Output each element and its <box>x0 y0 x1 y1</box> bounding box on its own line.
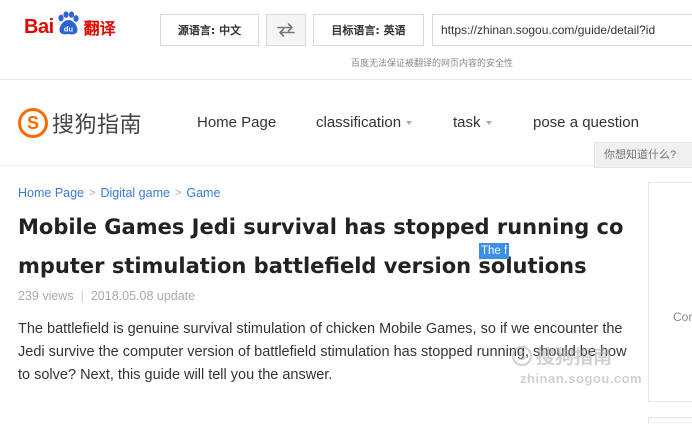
breadcrumb-separator: > <box>89 187 96 199</box>
watermark-text: 搜狗指南 <box>536 346 613 368</box>
baidu-translate-logo[interactable]: Bai du 翻译 <box>24 10 116 44</box>
page-title: Mobile Games Jedi survival has stopped r… <box>18 215 624 278</box>
nav-classification-label: classification <box>316 114 402 131</box>
chevron-down-icon <box>485 120 492 125</box>
update-date: 2018.05.08 update <box>90 289 196 303</box>
side-panel-lower <box>648 417 692 424</box>
watermark-url: zhinan.sogou.com <box>520 371 643 386</box>
watermark: S 搜狗指南 zhinan.sogou.com <box>512 342 642 386</box>
nav-pose-question[interactable]: pose a question <box>533 114 639 131</box>
side-panel-text: Cor <box>673 310 692 324</box>
site-header: S 搜狗指南 Home Page classification task pos… <box>0 80 692 168</box>
url-input[interactable] <box>432 14 692 46</box>
svg-text:du: du <box>64 25 74 34</box>
swap-language-button[interactable] <box>266 14 306 46</box>
nav-task[interactable]: task <box>453 114 492 131</box>
translation-highlight: The f <box>479 243 510 259</box>
breadcrumb: Home Page > Digital game > Game <box>18 186 220 200</box>
nav-pose-question-label: pose a question <box>533 114 639 131</box>
brand-name: 搜狗指南 <box>52 113 143 138</box>
sogou-guide-logo[interactable]: S 搜狗指南 <box>18 107 142 139</box>
search-input[interactable] <box>594 142 692 168</box>
nav-home-label: Home Page <box>197 114 277 131</box>
breadcrumb-digital-game[interactable]: Digital game <box>100 186 169 200</box>
breadcrumb-separator: > <box>174 187 182 199</box>
nav-classification[interactable]: classification <box>316 114 413 131</box>
view-count: 239 views <box>18 289 74 303</box>
sogou-s-icon: S <box>18 108 48 138</box>
nav-task-label: task <box>453 114 481 131</box>
source-language-select[interactable]: 源语言: 中文 <box>160 14 259 46</box>
breadcrumb-game[interactable]: Game <box>186 186 220 200</box>
chevron-down-icon <box>406 120 413 125</box>
breadcrumb-home[interactable]: Home Page <box>18 186 84 200</box>
meta-separator: | <box>80 289 84 303</box>
logo-bai-text: Bai <box>24 15 54 38</box>
logo-fanyi-text: 翻译 <box>83 19 116 38</box>
translate-bar: Bai du 翻译 源语言: 中文 目标语言: 英语 百度无法保证被翻译的网页内… <box>0 0 692 80</box>
swap-arrows-icon <box>277 23 295 37</box>
nav-home-page[interactable]: Home Page <box>197 114 276 131</box>
baidu-paw-icon: du <box>58 11 79 35</box>
target-language-select[interactable]: 目标语言: 英语 <box>313 14 424 46</box>
watermark-s-icon: S <box>512 345 532 366</box>
translation-disclaimer: 百度无法保证被翻译的网页内容的安全性 <box>350 59 513 69</box>
side-panel: Cor <box>648 182 692 402</box>
article-meta: 239 views | 2018.05.08 update <box>18 289 195 303</box>
